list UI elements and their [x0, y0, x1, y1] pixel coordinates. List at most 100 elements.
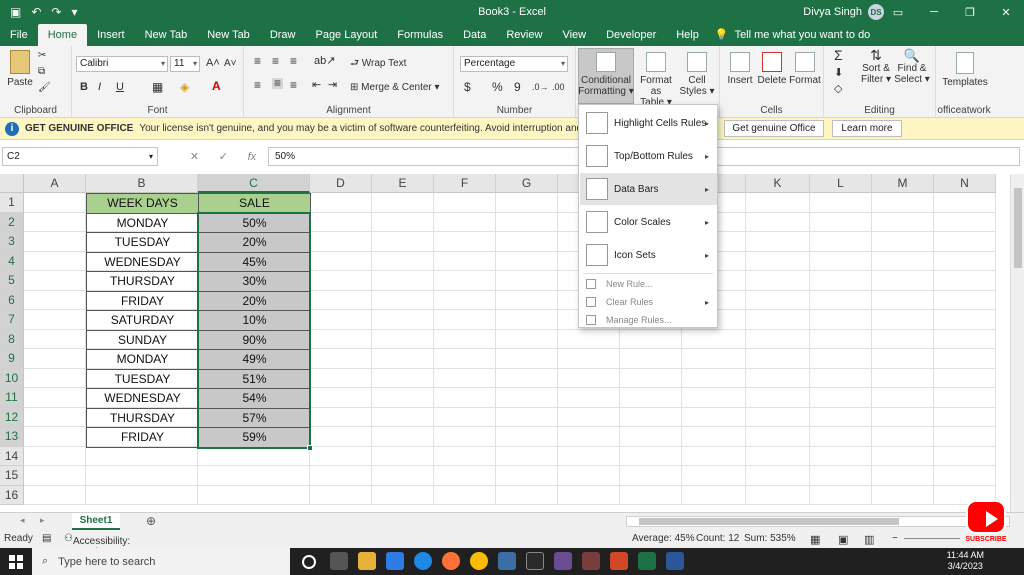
cell-n10[interactable]	[934, 368, 996, 388]
autosave-icon[interactable]: ▣	[10, 5, 21, 19]
cell-f9[interactable]	[434, 349, 496, 369]
cell-a14[interactable]	[24, 446, 86, 466]
table-header-week-days[interactable]: WEEK DAYS	[86, 193, 199, 214]
cell-n11[interactable]	[934, 388, 996, 408]
cell-k8[interactable]	[746, 329, 810, 349]
cell-f8[interactable]	[434, 329, 496, 349]
cancel-formula-icon[interactable]: ✕	[190, 150, 199, 163]
horizontal-scrollbar[interactable]	[626, 516, 1010, 527]
cell-n8[interactable]	[934, 329, 996, 349]
insert-cells-button[interactable]: Insert	[724, 52, 756, 86]
cell-e11[interactable]	[372, 388, 434, 408]
cell-n15[interactable]	[934, 466, 996, 486]
cell-a2[interactable]	[24, 212, 86, 232]
cell-i15[interactable]	[620, 466, 682, 486]
namebox-dropdown-icon[interactable]: ▾	[149, 148, 153, 165]
column-header-f[interactable]: F	[434, 174, 496, 193]
cell-j11[interactable]	[682, 388, 746, 408]
cell-f1[interactable]	[434, 193, 496, 213]
cell-m13[interactable]	[872, 427, 934, 447]
minimize-icon[interactable]: ─	[916, 0, 952, 24]
horizontal-scroll-thumb[interactable]	[639, 518, 899, 525]
row-header-13[interactable]: 13	[0, 427, 24, 447]
cell-j13[interactable]	[682, 427, 746, 447]
table-cell-sale[interactable]: 20%	[198, 232, 311, 253]
cell-e16[interactable]	[372, 485, 434, 505]
cell-d3[interactable]	[310, 232, 372, 252]
cell-n1[interactable]	[934, 193, 996, 213]
cell-k13[interactable]	[746, 427, 810, 447]
cell-h10[interactable]	[558, 368, 620, 388]
cell-d12[interactable]	[310, 407, 372, 427]
cell-g8[interactable]	[496, 329, 558, 349]
templates-button[interactable]: Templates	[940, 52, 990, 88]
column-header-n[interactable]: N	[934, 174, 996, 193]
cell-l3[interactable]	[810, 232, 872, 252]
edge-icon[interactable]	[414, 552, 432, 570]
cell-h13[interactable]	[558, 427, 620, 447]
cell-a9[interactable]	[24, 349, 86, 369]
cell-l16[interactable]	[810, 485, 872, 505]
column-header-a[interactable]: A	[24, 174, 86, 193]
cell-g7[interactable]	[496, 310, 558, 330]
maximize-icon[interactable]: ❐	[952, 0, 988, 24]
select-all-corner[interactable]	[0, 174, 24, 193]
wrap-text-button[interactable]: ⮐ Wrap Text	[350, 58, 406, 69]
cell-c15[interactable]	[198, 466, 310, 486]
cell-e8[interactable]	[372, 329, 434, 349]
row-header-6[interactable]: 6	[0, 290, 24, 310]
cell-l5[interactable]	[810, 271, 872, 291]
cell-e6[interactable]	[372, 290, 434, 310]
sort-filter-button[interactable]: ⇅ Sort & Filter ▾	[858, 48, 894, 85]
row-header-15[interactable]: 15	[0, 466, 24, 486]
table-cell-day[interactable]: FRIDAY	[86, 427, 199, 448]
number-format-select[interactable]: Percentage ▾	[460, 56, 568, 72]
fill-handle[interactable]	[307, 444, 313, 451]
cell-f12[interactable]	[434, 407, 496, 427]
sheet-tab-sheet1[interactable]: Sheet1	[72, 513, 120, 530]
app-icon-3[interactable]	[554, 552, 572, 570]
redo-icon[interactable]: ↷	[51, 5, 61, 19]
normal-view-icon[interactable]: ▦	[810, 533, 820, 546]
cell-d10[interactable]	[310, 368, 372, 388]
cell-f4[interactable]	[434, 251, 496, 271]
cell-d16[interactable]	[310, 485, 372, 505]
column-header-g[interactable]: G	[496, 174, 558, 193]
menu-color-scales[interactable]: Color Scales ▸	[580, 206, 717, 238]
cell-a8[interactable]	[24, 329, 86, 349]
cell-k2[interactable]	[746, 212, 810, 232]
align-top-icon[interactable]: ≡	[254, 55, 261, 67]
task-view-icon[interactable]	[330, 552, 348, 570]
cell-l6[interactable]	[810, 290, 872, 310]
column-header-l[interactable]: L	[810, 174, 872, 193]
cell-m7[interactable]	[872, 310, 934, 330]
cell-g3[interactable]	[496, 232, 558, 252]
cell-n6[interactable]	[934, 290, 996, 310]
cell-g5[interactable]	[496, 271, 558, 291]
row-header-8[interactable]: 8	[0, 329, 24, 349]
cell-f11[interactable]	[434, 388, 496, 408]
cell-n2[interactable]	[934, 212, 996, 232]
app-icon-1[interactable]	[498, 552, 516, 570]
row-header-5[interactable]: 5	[0, 271, 24, 291]
bold-button[interactable]: B	[80, 82, 88, 93]
cell-d2[interactable]	[310, 212, 372, 232]
cell-e3[interactable]	[372, 232, 434, 252]
tab-new-tab-1[interactable]: New Tab	[135, 24, 198, 46]
cell-l9[interactable]	[810, 349, 872, 369]
column-header-b[interactable]: B	[86, 174, 198, 193]
table-cell-day[interactable]: SUNDAY	[86, 329, 199, 350]
cell-h8[interactable]	[558, 329, 620, 349]
vertical-scroll-thumb[interactable]	[1014, 188, 1022, 268]
tab-review[interactable]: Review	[496, 24, 552, 46]
menu-top-bottom-rules[interactable]: Top/Bottom Rules ▸	[580, 140, 717, 172]
find-select-button[interactable]: 🔍 Find & Select ▾	[894, 49, 930, 85]
sheet-prev-icon[interactable]: ◂	[20, 515, 25, 526]
cell-h15[interactable]	[558, 466, 620, 486]
powerpoint-icon[interactable]	[610, 552, 628, 570]
table-cell-sale[interactable]: 20%	[198, 290, 311, 311]
cell-i8[interactable]	[620, 329, 682, 349]
cell-g2[interactable]	[496, 212, 558, 232]
row-header-16[interactable]: 16	[0, 485, 24, 505]
cell-k10[interactable]	[746, 368, 810, 388]
